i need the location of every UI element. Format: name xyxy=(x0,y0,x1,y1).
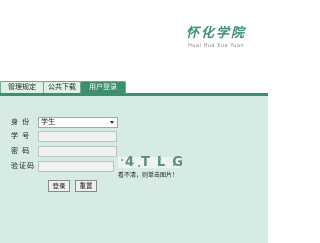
password-input[interactable] xyxy=(38,146,117,157)
captcha-input[interactable] xyxy=(38,161,114,172)
password-label: 密 码 xyxy=(11,147,31,155)
captcha-label: 验证码 xyxy=(11,162,35,170)
page-header: 怀化学院 Huai Hua Xue Yuan xyxy=(0,0,268,76)
identity-label: 身 份 xyxy=(11,118,31,126)
student-id-input[interactable] xyxy=(38,131,117,142)
tab-user-login[interactable]: 用户登录 xyxy=(80,81,126,93)
captcha-hint: 看不清，则单击图片！ xyxy=(118,172,179,179)
identity-select[interactable]: 学生 xyxy=(38,117,118,128)
login-button[interactable]: 登录 xyxy=(48,180,70,192)
tab-regulations[interactable]: 管理规定 xyxy=(0,81,44,93)
captcha-noise xyxy=(121,159,123,161)
reset-button[interactable]: 重置 xyxy=(75,180,97,192)
tab-public-downloads[interactable]: 公共下载 xyxy=(43,81,81,93)
captcha-noise xyxy=(159,158,161,160)
chevron-down-icon xyxy=(110,121,114,124)
captcha-noise xyxy=(138,165,140,167)
site-subtitle: Huai Hua Xue Yuan xyxy=(188,43,245,49)
identity-select-value: 学生 xyxy=(41,118,55,126)
student-id-label: 学 号 xyxy=(11,132,31,140)
site-title: 怀化学院 xyxy=(186,26,247,41)
captcha-text: 4TLG xyxy=(125,155,190,170)
captcha-noise xyxy=(173,164,175,166)
captcha-image[interactable]: 4TLG xyxy=(118,155,183,170)
